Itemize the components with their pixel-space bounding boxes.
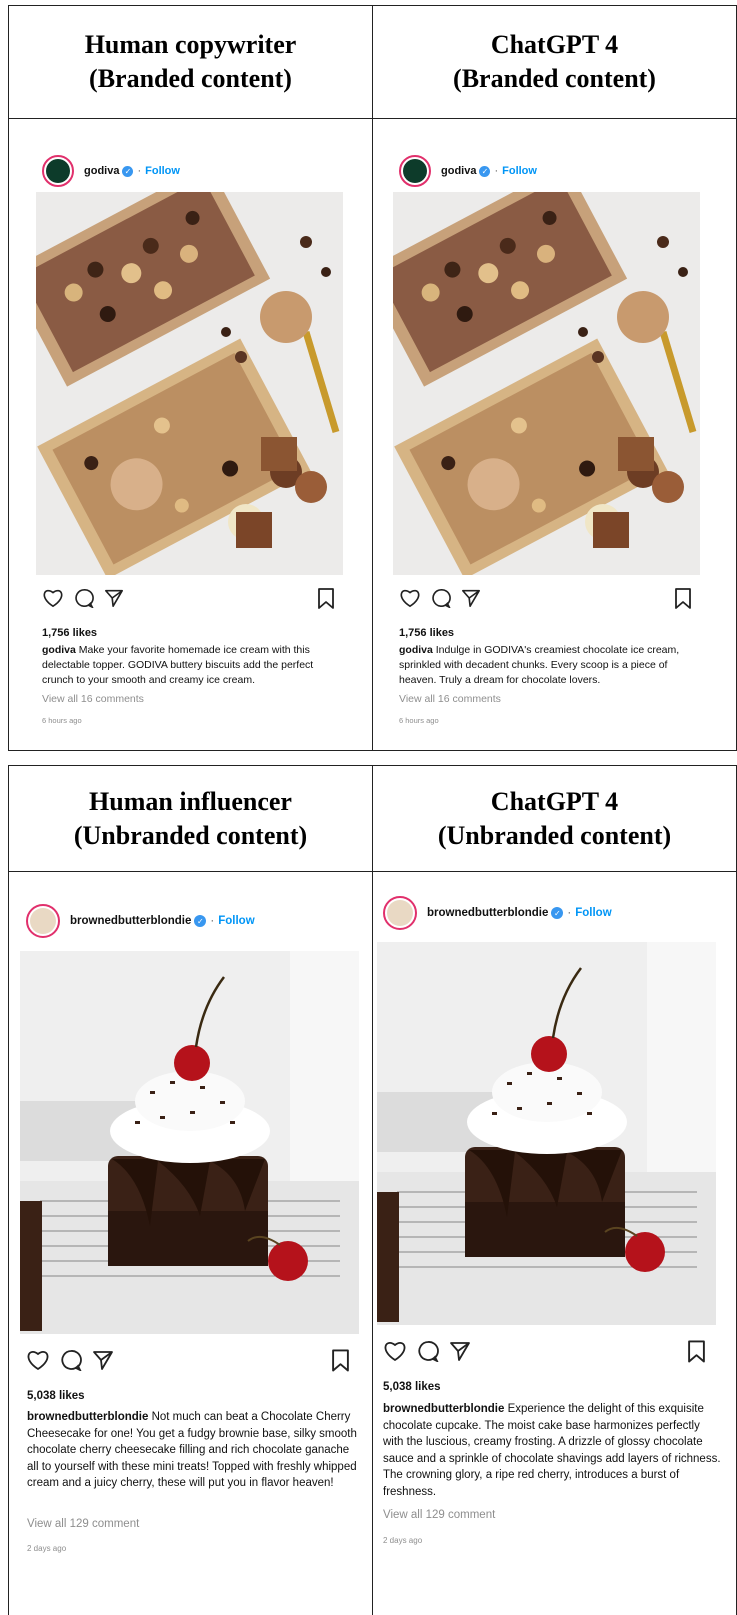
top-comparison-grid: Human copywriter (Branded content) ChatG… <box>8 5 737 751</box>
share-icon[interactable] <box>104 588 124 608</box>
post-timestamp: 2 days ago <box>383 1536 423 1545</box>
heart-icon[interactable] <box>42 588 64 608</box>
ice-cream-photo-illustration <box>393 192 700 575</box>
header-human-copywriter: Human copywriter (Branded content) <box>9 6 373 118</box>
bottom-post-row: brownedbutterblondie ✓ · Follow 5,038 li… <box>9 872 736 1615</box>
comment-icon[interactable] <box>417 1340 439 1362</box>
view-comments-link[interactable]: View all 16 comments <box>399 693 501 705</box>
post-actions <box>26 1349 124 1371</box>
header-human-influencer: Human influencer (Unbranded content) <box>9 766 373 871</box>
post-caption: godiva Make your favorite homemade ice c… <box>42 643 342 688</box>
post-timestamp: 2 days ago <box>27 1544 67 1553</box>
post-username[interactable]: brownedbutterblondie <box>427 907 548 919</box>
header-line2: (Branded content) <box>453 64 656 93</box>
bookmark-icon[interactable] <box>317 588 335 614</box>
cherry-cupcake-photo-illustration <box>377 942 716 1325</box>
view-comments-link[interactable]: View all 129 comment <box>27 1518 139 1530</box>
post-username[interactable]: brownedbutterblondie <box>70 915 191 927</box>
likes-count[interactable]: 5,038 likes <box>383 1381 441 1393</box>
share-icon[interactable] <box>461 588 481 608</box>
post-actions <box>42 588 134 608</box>
bookmark-icon[interactable] <box>687 1340 706 1368</box>
post-timestamp: 6 hours ago <box>42 716 82 725</box>
verified-icon: ✓ <box>194 915 207 927</box>
follow-button[interactable]: Follow <box>575 907 611 919</box>
bookmark-icon[interactable] <box>674 588 692 614</box>
caption-username[interactable]: godiva <box>42 644 76 656</box>
header-chatgpt-unbranded: ChatGPT 4 (Unbranded content) <box>373 766 736 871</box>
post-caption: godiva Indulge in GODIVA's creamiest cho… <box>399 643 705 688</box>
bottom-comparison-grid: Human influencer (Unbranded content) Cha… <box>8 765 737 1615</box>
post-header: godiva ✓ · Follow <box>399 155 537 187</box>
post-card: brownedbutterblondie ✓ · Follow 5,038 li… <box>373 872 736 1615</box>
heart-icon[interactable] <box>26 1349 50 1371</box>
verified-icon: ✓ <box>479 165 491 177</box>
caption-text: Make your favorite homemade ice cream wi… <box>42 644 314 686</box>
avatar[interactable] <box>399 155 431 187</box>
view-comments-link[interactable]: View all 129 comment <box>383 1509 495 1521</box>
share-icon[interactable] <box>449 1340 471 1362</box>
post-username[interactable]: godiva <box>84 165 119 177</box>
caption-username[interactable]: brownedbutterblondie <box>383 1403 504 1415</box>
header-line2: (Unbranded content) <box>73 820 308 850</box>
post-image <box>393 192 700 575</box>
likes-count[interactable]: 1,756 likes <box>42 627 97 639</box>
view-comments-link[interactable]: View all 16 comments <box>42 693 144 705</box>
post-image <box>36 192 343 575</box>
post-actions <box>383 1340 481 1362</box>
header-chatgpt-branded: ChatGPT 4 (Branded content) <box>373 6 736 118</box>
header-line1: ChatGPT 4 <box>490 786 619 816</box>
bookmark-icon[interactable] <box>331 1349 350 1377</box>
post-image <box>20 951 359 1334</box>
header-line2: (Branded content) <box>89 64 292 93</box>
post-timestamp: 6 hours ago <box>399 716 439 725</box>
post-card: brownedbutterblondie ✓ · Follow 5,038 li… <box>9 872 373 1615</box>
avatar[interactable] <box>26 904 60 938</box>
post-image <box>377 942 716 1325</box>
post-header: brownedbutterblondie ✓ · Follow <box>383 896 612 930</box>
heart-icon[interactable] <box>399 588 421 608</box>
post-username[interactable]: godiva <box>441 165 476 177</box>
follow-button[interactable]: Follow <box>502 165 537 177</box>
caption-username[interactable]: godiva <box>399 644 433 656</box>
follow-button[interactable]: Follow <box>218 915 254 927</box>
caption-username[interactable]: brownedbutterblondie <box>27 1411 148 1423</box>
header-line1: ChatGPT 4 <box>490 30 619 59</box>
verified-icon: ✓ <box>122 165 134 177</box>
header-line1: Human influencer <box>89 786 292 816</box>
header-line2: (Unbranded content) <box>437 820 672 850</box>
caption-text: Experience the delight of this exquisite… <box>383 1403 721 1498</box>
top-post-row: godiva ✓ · Follow 1,756 likes godiva Mak… <box>9 119 736 750</box>
header-line1: Human copywriter <box>84 30 297 59</box>
post-header: godiva ✓ · Follow <box>42 155 180 187</box>
comment-icon[interactable] <box>60 1349 82 1371</box>
post-card: godiva ✓ · Follow <box>373 119 736 750</box>
likes-count[interactable]: 1,756 likes <box>399 627 454 639</box>
ice-cream-photo-illustration <box>36 192 343 575</box>
avatar[interactable] <box>42 155 74 187</box>
post-caption: brownedbutterblondie Not much can beat a… <box>27 1409 361 1492</box>
post-card: godiva ✓ · Follow <box>9 119 373 750</box>
heart-icon[interactable] <box>383 1340 407 1362</box>
caption-text: Indulge in GODIVA's creamiest chocolate … <box>399 644 680 686</box>
top-header-row: Human copywriter (Branded content) ChatG… <box>9 6 736 119</box>
comment-icon[interactable] <box>431 588 451 608</box>
likes-count[interactable]: 5,038 likes <box>27 1390 85 1402</box>
comment-icon[interactable] <box>74 588 94 608</box>
post-caption: brownedbutterblondie Experience the deli… <box>383 1401 723 1500</box>
post-actions <box>399 588 491 608</box>
cherry-cheesecake-photo-illustration <box>20 951 359 1334</box>
post-header: brownedbutterblondie ✓ · Follow <box>26 904 255 938</box>
follow-button[interactable]: Follow <box>145 165 180 177</box>
share-icon[interactable] <box>92 1349 114 1371</box>
bottom-header-row: Human influencer (Unbranded content) Cha… <box>9 766 736 872</box>
verified-icon: ✓ <box>551 907 564 919</box>
avatar[interactable] <box>383 896 417 930</box>
